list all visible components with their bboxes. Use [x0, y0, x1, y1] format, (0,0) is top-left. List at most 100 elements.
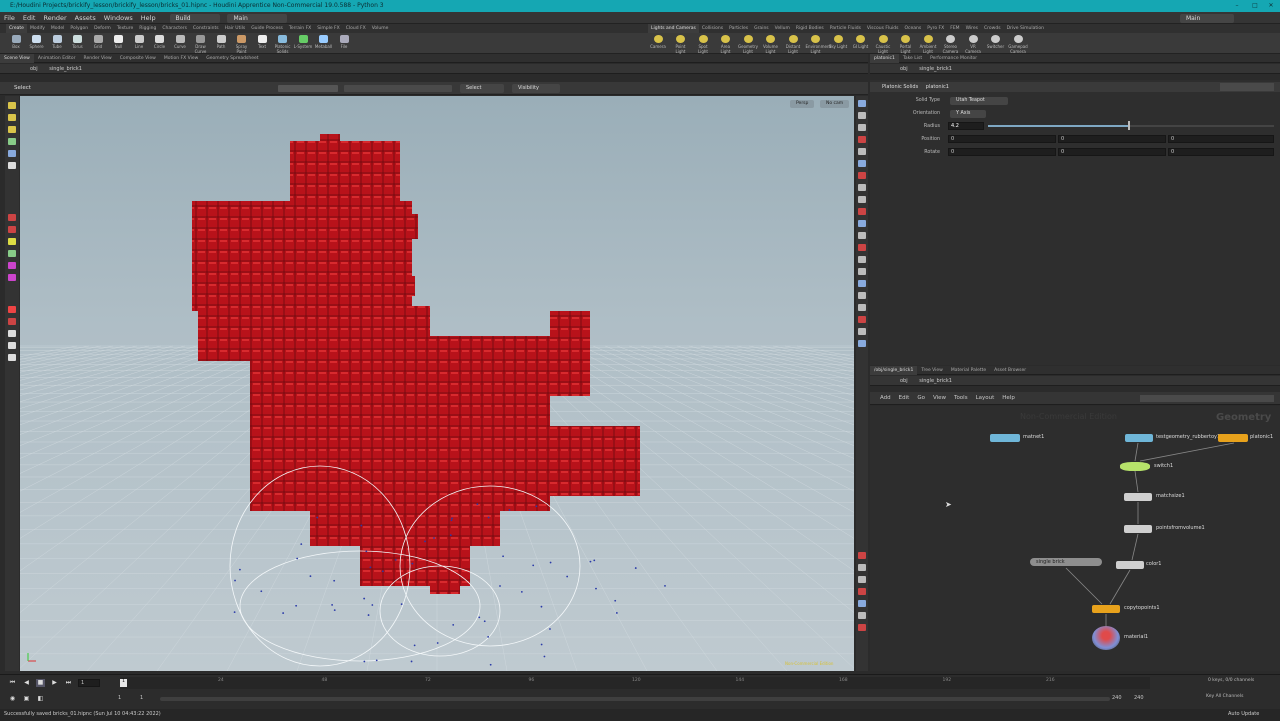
tool-point-light[interactable]: Point Light	[671, 35, 691, 54]
position-z-field[interactable]: 0	[1168, 135, 1274, 143]
menu-windows[interactable]: Windows	[100, 12, 137, 24]
shelf-tab-right-5[interactable]: Rigid Bodies	[793, 24, 827, 33]
shelf-tab-left-6[interactable]: Rigging	[136, 24, 159, 33]
display-option-icon[interactable]	[858, 256, 866, 263]
tool-stereo-camera[interactable]: Stereo Camera	[941, 35, 961, 54]
select-mode-label[interactable]: Select	[14, 82, 31, 95]
tool-line[interactable]: Line	[129, 35, 149, 53]
play-icon[interactable]: ▶	[50, 679, 59, 687]
rotate-y-field[interactable]: 0	[1058, 148, 1166, 156]
tab-geometry-spreadsheet[interactable]: Geometry Spreadsheet	[202, 54, 262, 63]
viewport-tool-icon[interactable]	[8, 126, 16, 133]
build-desktop-select[interactable]: Build	[169, 14, 220, 23]
tool-curve[interactable]: Curve	[170, 35, 190, 53]
timeline-ruler[interactable]: 1 24 48 72 96 120 144 168 192 216	[120, 677, 1150, 689]
step-back-icon[interactable]: ◀	[22, 679, 31, 687]
radius-slider[interactable]	[988, 125, 1274, 127]
tool-sky-light[interactable]: Sky Light	[828, 35, 848, 53]
param-node-name[interactable]: platonic1	[926, 84, 949, 90]
audio-icon[interactable]: ◉	[8, 695, 17, 703]
node-single-brick[interactable]: single brick	[1030, 558, 1102, 566]
go-to-end-icon[interactable]: ⏭	[64, 679, 73, 687]
viewport-tool-icon[interactable]	[8, 150, 16, 157]
display-option-icon[interactable]	[858, 172, 866, 179]
shelf-tab-right-11[interactable]: Wires	[963, 24, 981, 33]
param-header-icons[interactable]	[1220, 83, 1274, 91]
viewport-tool-icon[interactable]	[8, 318, 16, 325]
node-color1[interactable]	[1116, 561, 1144, 569]
network-path-node[interactable]: single_brick1	[919, 378, 952, 384]
orientation-menu[interactable]: Y Axis	[950, 109, 986, 118]
node-switch1[interactable]	[1120, 462, 1150, 471]
display-option-icon[interactable]	[858, 208, 866, 215]
range-slider[interactable]	[160, 697, 1110, 701]
stop-icon[interactable]: ■	[36, 679, 45, 687]
tool-portal-light[interactable]: Portal Light	[896, 35, 916, 54]
display-option-icon[interactable]	[858, 304, 866, 311]
shelf-tab-left-12[interactable]: Simple FX	[314, 24, 342, 33]
net-menu-help[interactable]: Help	[998, 392, 1019, 405]
display-option-icon[interactable]	[858, 576, 866, 583]
node-matnet1[interactable]	[990, 434, 1020, 442]
network-tool-icons[interactable]	[1140, 395, 1274, 402]
tool-tube[interactable]: Tube	[47, 35, 67, 53]
brick-teapot-model[interactable]	[192, 134, 640, 594]
shelf-tab-left-14[interactable]: Volume	[369, 24, 392, 33]
shelf-tab-right-1[interactable]: Collisions	[699, 24, 726, 33]
shelf-tab-left-11[interactable]: Terrain FX	[286, 24, 314, 33]
display-option-icon[interactable]	[858, 552, 866, 559]
select-menu[interactable]: Select	[460, 83, 504, 93]
net-menu-add[interactable]: Add	[870, 392, 895, 405]
display-option-icon[interactable]	[858, 340, 866, 347]
viewport-canvas[interactable]	[20, 96, 854, 671]
shelf-tab-right-13[interactable]: Drive Simulation	[1004, 24, 1047, 33]
tool-camera[interactable]: Camera	[648, 35, 668, 53]
shelf-tab-left-13[interactable]: Cloud FX	[343, 24, 369, 33]
menu-render[interactable]: Render	[39, 12, 70, 24]
rotate-z-field[interactable]: 0	[1168, 148, 1274, 156]
display-option-icon[interactable]	[858, 148, 866, 155]
tab-platonic1[interactable]: platonic1	[870, 54, 899, 63]
tool-sphere[interactable]: Sphere	[27, 35, 47, 53]
display-option-icon[interactable]	[858, 232, 866, 239]
display-option-icon[interactable]	[858, 244, 866, 251]
display-option-icon[interactable]	[858, 220, 866, 227]
node-testgeometry[interactable]	[1125, 434, 1153, 442]
close-icon[interactable]: ✕	[1264, 0, 1278, 12]
range-icon[interactable]: ◧	[36, 695, 45, 703]
start-frame-field-2[interactable]: 1	[140, 695, 143, 701]
display-option-icon[interactable]	[858, 600, 866, 607]
display-options-group[interactable]	[278, 85, 338, 92]
viewport-tool-icon[interactable]	[8, 250, 16, 257]
tool-gi-light[interactable]: GI Light	[851, 35, 871, 53]
end-frame-field-2[interactable]: 240	[1134, 695, 1144, 701]
shelf-tab-right-7[interactable]: Viscous Fluids	[864, 24, 902, 33]
viewport-tool-icon[interactable]	[8, 274, 16, 281]
display-option-icon[interactable]	[858, 100, 866, 107]
shelf-tab-left-4[interactable]: Deform	[91, 24, 114, 33]
realtime-icon[interactable]: ▣	[22, 695, 31, 703]
tool-circle[interactable]: Circle	[150, 35, 170, 53]
tool-null[interactable]: Null	[109, 35, 129, 53]
tool-metaball[interactable]: Metaball	[314, 35, 334, 53]
viewport-tool-icon[interactable]	[8, 226, 16, 233]
path-node[interactable]: single_brick1	[49, 66, 82, 72]
shelf-tab-left-5[interactable]: Texture	[114, 24, 136, 33]
tool-spot-light[interactable]: Spot Light	[693, 35, 713, 54]
tool-box[interactable]: Box	[6, 35, 26, 53]
tool-geometry-light[interactable]: Geometry Light	[738, 35, 758, 54]
cam-menu[interactable]: No cam	[820, 99, 850, 108]
scene-viewport[interactable]: Persp No cam Non-Commercial Edition	[20, 96, 854, 671]
visibility-menu[interactable]: Visibility	[512, 83, 560, 93]
node-platonic1[interactable]	[1218, 434, 1248, 442]
tool-l-system[interactable]: L-System	[293, 35, 313, 53]
shelf-tab-left-9[interactable]: Hair Utils	[222, 24, 249, 33]
tab-scene-view[interactable]: Scene View	[0, 54, 34, 63]
display-option-icon[interactable]	[858, 612, 866, 619]
current-frame-field[interactable]: 1	[78, 679, 100, 687]
menu-file[interactable]: File	[0, 12, 19, 24]
main-desktop-select[interactable]: Main	[227, 14, 288, 23]
node-material1[interactable]	[1092, 626, 1120, 650]
shelf-tab-left-7[interactable]: Characters	[159, 24, 190, 33]
desktop-select[interactable]: Main	[1180, 13, 1234, 23]
